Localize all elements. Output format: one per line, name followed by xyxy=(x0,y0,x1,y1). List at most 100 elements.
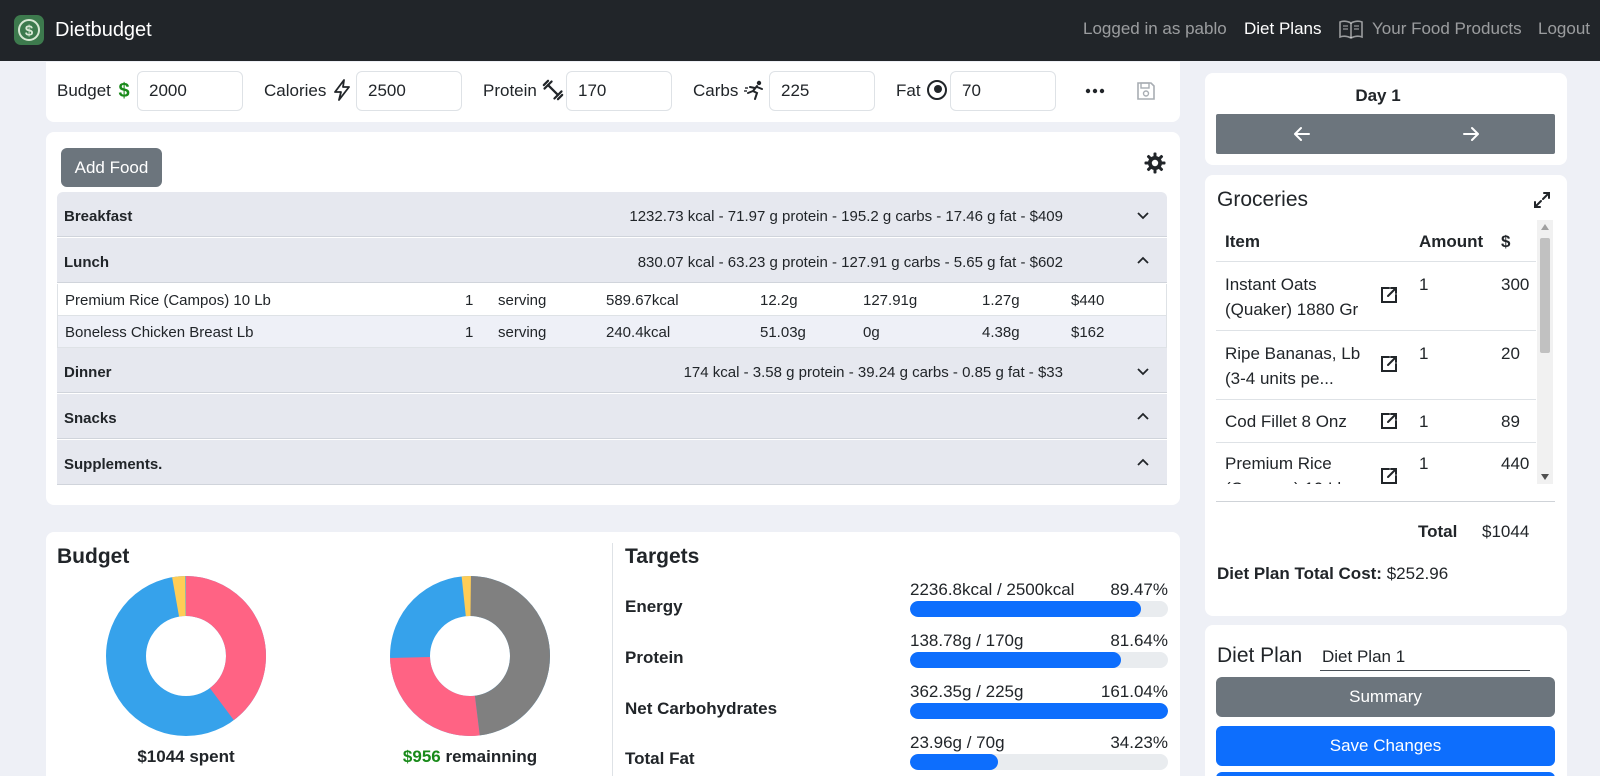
meal-name: Breakfast xyxy=(64,208,133,225)
add-food-button[interactable]: Add Food xyxy=(61,148,162,187)
col-price: $ xyxy=(1501,232,1511,251)
food-unit: serving xyxy=(498,292,547,309)
meal-snacks[interactable]: Snacks xyxy=(57,394,1167,439)
nav-logout[interactable]: Logout xyxy=(1538,19,1590,39)
col-amount: Amount xyxy=(1419,232,1484,251)
brand-name: Dietbudget xyxy=(55,18,152,41)
meal-summary: 830.07 kcal - 63.23 g protein - 127.91 g… xyxy=(637,254,1063,271)
target-label-carbs: Net Carbohydrates xyxy=(625,699,778,718)
remaining-caption: $956 remainning xyxy=(380,747,560,767)
dollar-logo-icon: $ xyxy=(14,15,44,45)
food-price: $162 xyxy=(1071,324,1105,341)
arrow-left-icon[interactable] xyxy=(1292,124,1312,144)
table-row[interactable]: Instant Oats (Quaker) 1880 Gr 1 300 xyxy=(1216,261,1536,330)
grocery-item: Ripe Bananas, Lb (3-4 units pe... xyxy=(1225,344,1361,388)
nav-food-products[interactable]: Your Food Products xyxy=(1372,19,1522,39)
svg-text:$: $ xyxy=(25,23,34,40)
save-changes-button[interactable]: Save Changes xyxy=(1216,726,1555,766)
total-divider xyxy=(1216,501,1555,502)
meals-accordion: Breakfast 1232.73 kcal - 71.97 g protein… xyxy=(57,192,1167,493)
gear-icon[interactable] xyxy=(1143,151,1167,175)
external-link-icon[interactable] xyxy=(1379,285,1399,305)
groceries-title: Groceries xyxy=(1217,188,1309,211)
food-name: Boneless Chicken Breast Lb xyxy=(65,324,254,341)
book-icon xyxy=(1339,20,1363,39)
fat-input[interactable] xyxy=(950,71,1056,111)
budget-label: Budget xyxy=(57,81,111,100)
food-carbs: 127.91g xyxy=(863,292,918,309)
food-qty: 1 xyxy=(465,292,474,309)
protein-input[interactable] xyxy=(566,71,672,111)
target-bar-carbs xyxy=(910,703,1168,719)
meal-name: Dinner xyxy=(64,364,112,381)
external-link-icon[interactable] xyxy=(1379,411,1399,431)
target-text-carbs: 362.35g / 225g xyxy=(910,682,1024,701)
target-pct-energy: 89.47% xyxy=(1110,580,1168,599)
food-carbs: 0g xyxy=(863,324,880,341)
brand[interactable]: $ Dietbudget xyxy=(13,14,152,46)
target-pct-carbs: 161.04% xyxy=(1100,682,1168,701)
budget-title: Budget xyxy=(57,545,130,568)
calories-label: Calories xyxy=(264,81,327,100)
table-row[interactable]: Boneless Chicken Breast Lb 1 serving 240… xyxy=(57,316,1167,348)
chevron-up-icon xyxy=(1137,412,1149,420)
meal-summary: 1232.73 kcal - 71.97 g protein - 195.2 g… xyxy=(629,208,1063,225)
meal-lunch[interactable]: Lunch 830.07 kcal - 63.23 g protein - 12… xyxy=(57,238,1167,283)
calories-input[interactable] xyxy=(356,71,462,111)
food-qty: 1 xyxy=(465,324,474,341)
diet-plan-total-cost: Diet Plan Total Cost: $252.96 xyxy=(1217,564,1448,584)
target-pct-protein: 81.64% xyxy=(1110,631,1168,650)
table-row[interactable]: Premium Rice (Campos) 10 Lb 1 serving 58… xyxy=(57,284,1167,316)
food-protein: 51.03g xyxy=(760,324,806,341)
diet-plan-label: Diet Plan xyxy=(1217,644,1303,667)
scroll-down-icon[interactable] xyxy=(1541,474,1549,480)
meal-dinner[interactable]: Dinner 174 kcal - 3.58 g protein - 39.24… xyxy=(57,348,1167,393)
budget-input[interactable] xyxy=(137,71,243,111)
chevron-up-icon xyxy=(1137,256,1149,264)
grocery-price: 300 xyxy=(1501,275,1530,294)
secondary-action-button[interactable] xyxy=(1216,772,1555,776)
table-row[interactable]: Cod Fillet 8 Onz 1 89 xyxy=(1216,399,1536,442)
diet-plan-name-input[interactable] xyxy=(1320,643,1530,671)
carbs-label: Carbs xyxy=(693,81,739,100)
navbar: $ Dietbudget Logged in as pablo Diet Pla… xyxy=(0,0,1600,61)
day-title: Day 1 xyxy=(1355,86,1401,105)
meal-supplements[interactable]: Supplements. xyxy=(57,440,1167,485)
target-fill-energy xyxy=(910,601,1141,617)
day-navigation xyxy=(1216,114,1555,154)
save-icon[interactable] xyxy=(1136,81,1156,101)
runner-icon xyxy=(744,80,763,100)
total-value: $1044 xyxy=(1482,522,1530,541)
carbs-input[interactable] xyxy=(769,71,875,111)
food-kcal: 589.67kcal xyxy=(606,292,679,309)
meal-breakfast[interactable]: Breakfast 1232.73 kcal - 71.97 g protein… xyxy=(57,192,1167,237)
logged-in-text: Logged in as pablo xyxy=(1083,19,1227,38)
target-fill-protein xyxy=(910,652,1121,668)
food-fat: 1.27g xyxy=(982,292,1020,309)
more-options-icon[interactable] xyxy=(1084,80,1106,102)
table-row[interactable]: Ripe Bananas, Lb (3-4 units pe... 1 20 xyxy=(1216,330,1536,399)
lightning-icon xyxy=(334,79,350,101)
scroll-up-icon[interactable] xyxy=(1541,224,1549,230)
target-pct-fat: 34.23% xyxy=(1110,733,1168,752)
grocery-price: 20 xyxy=(1501,344,1520,363)
scroll-thumb[interactable] xyxy=(1540,238,1550,353)
summary-button[interactable]: Summary xyxy=(1216,677,1555,717)
chevron-down-icon xyxy=(1137,368,1149,376)
meal-name: Supplements. xyxy=(64,456,163,473)
external-link-icon[interactable] xyxy=(1379,354,1399,374)
groceries-table: Item Amount $ Instant Oats (Quaker) 1880… xyxy=(1216,220,1555,484)
grocery-price: 440 xyxy=(1501,454,1530,473)
nav-diet-plans[interactable]: Diet Plans xyxy=(1244,19,1321,39)
fat-label: Fat xyxy=(896,81,921,100)
groceries-scrollbar[interactable] xyxy=(1537,220,1553,484)
target-text-fat: 23.96g / 70g xyxy=(910,733,1005,752)
arrow-right-icon[interactable] xyxy=(1461,124,1481,144)
plan-cost-value: $252.96 xyxy=(1386,564,1449,583)
col-item: Item xyxy=(1225,232,1260,251)
table-row[interactable]: Premium Rice (Campos) 10 Lb 1 440 xyxy=(1216,442,1536,484)
protein-label: Protein xyxy=(483,81,537,100)
external-link-icon[interactable] xyxy=(1379,466,1399,484)
target-bar-energy xyxy=(910,601,1168,617)
expand-icon[interactable] xyxy=(1533,191,1551,209)
